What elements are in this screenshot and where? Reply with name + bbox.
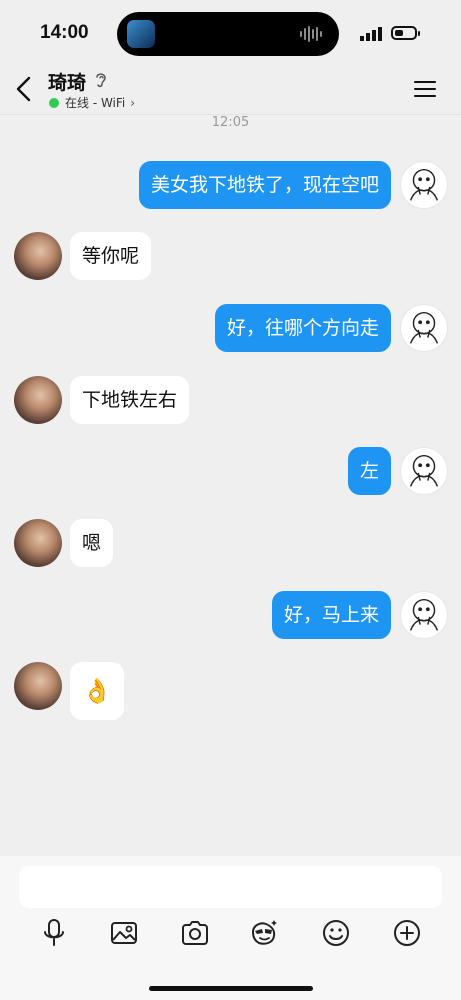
input-bar	[0, 856, 461, 1000]
my-avatar[interactable]	[400, 447, 448, 495]
message-bubble[interactable]: 下地铁左右	[70, 376, 190, 424]
message-bubble[interactable]: 好，马上来	[271, 591, 391, 639]
chat-timestamp: 12:05	[211, 115, 250, 130]
message-outgoing: 好，马上来	[0, 591, 461, 641]
message-incoming: 下地铁左右	[0, 376, 461, 426]
presence-status[interactable]: 在线 - WiFi ›	[49, 94, 135, 111]
presence-label: 在线 - WiFi	[65, 96, 126, 110]
online-dot-icon	[49, 97, 59, 108]
contact-avatar[interactable]	[14, 232, 62, 280]
menu-icon[interactable]	[414, 80, 436, 98]
message-bubble[interactable]: 美女我下地铁了，现在空吧	[138, 161, 391, 209]
my-avatar[interactable]	[400, 161, 448, 209]
audio-wave-icon	[300, 26, 322, 42]
contact-avatar[interactable]	[14, 376, 62, 424]
chevron-right-icon: ›	[130, 95, 136, 110]
my-avatar[interactable]	[400, 591, 448, 639]
image-icon[interactable]	[109, 918, 139, 948]
message-outgoing: 好，往哪个方向走	[0, 304, 461, 354]
message-bubble[interactable]: 嗯	[70, 519, 114, 567]
status-time: 14:00	[40, 22, 89, 43]
battery-icon	[391, 26, 420, 40]
emoji-icon[interactable]	[321, 918, 351, 948]
dynamic-island	[117, 12, 339, 56]
message-bubble[interactable]: 好，往哪个方向走	[214, 304, 391, 352]
message-bubble[interactable]: 等你呢	[70, 232, 152, 280]
message-incoming: 等你呢	[0, 232, 461, 282]
chat-header: 琦琦 在线 - WiFi ›	[0, 64, 461, 114]
contact-name[interactable]: 琦琦	[48, 68, 86, 95]
microphone-icon[interactable]	[39, 918, 69, 948]
message-bubble-emoji[interactable]: 👌	[70, 662, 124, 720]
contact-avatar[interactable]	[14, 519, 62, 567]
message-outgoing: 美女我下地铁了，现在空吧	[0, 161, 461, 211]
message-incoming: 👌	[0, 662, 461, 722]
message-outgoing: 左	[0, 447, 461, 497]
plus-icon[interactable]	[392, 918, 422, 948]
message-incoming: 嗯	[0, 519, 461, 569]
camera-icon[interactable]	[180, 918, 210, 948]
home-indicator[interactable]	[149, 986, 313, 991]
ear-icon	[96, 73, 106, 88]
app-icon	[127, 20, 155, 48]
message-bubble[interactable]: 左	[347, 447, 391, 495]
status-bar: 14:00	[0, 0, 461, 64]
sticker-icon[interactable]	[249, 918, 279, 948]
back-arrow-icon[interactable]	[14, 76, 34, 102]
my-avatar[interactable]	[400, 304, 448, 352]
signal-icon	[360, 27, 382, 41]
message-input[interactable]	[19, 866, 442, 908]
contact-avatar[interactable]	[14, 662, 62, 710]
